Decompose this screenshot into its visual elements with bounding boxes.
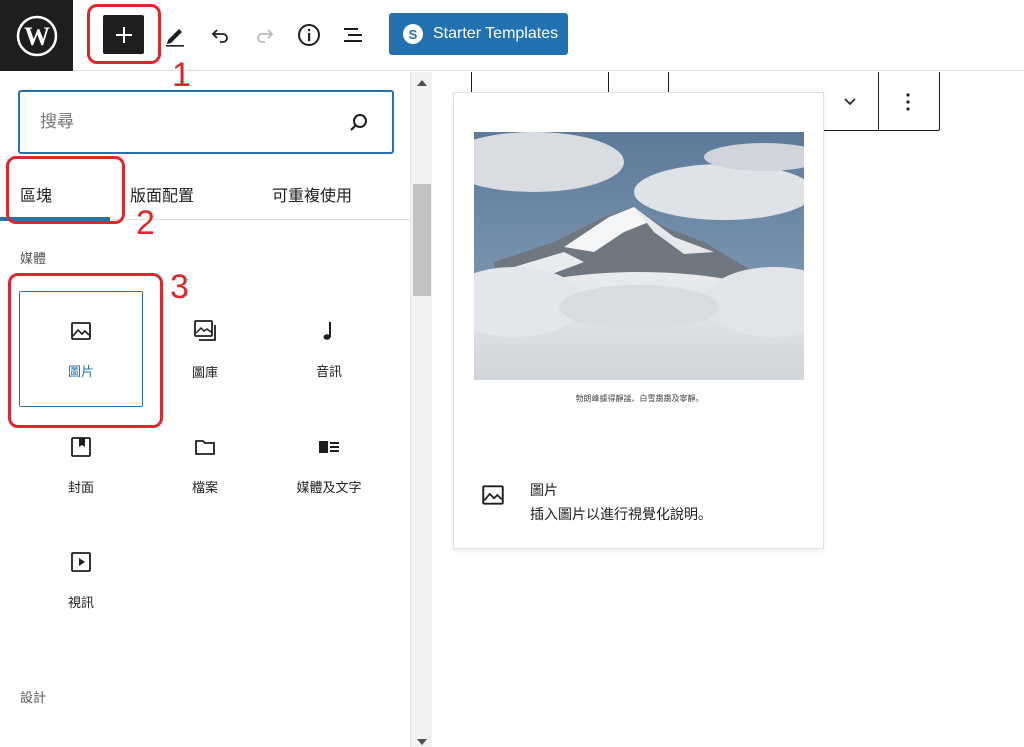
block-item-file[interactable]: 檔案	[143, 407, 267, 523]
block-item-label: 視訊	[67, 595, 94, 611]
chevron-down-icon[interactable]	[843, 97, 857, 107]
starter-templates-label: Starter Templates	[433, 25, 559, 42]
block-item-label: 音訊	[315, 364, 342, 380]
editor-canvas: 勃朗峰據得靜謐、白雪靄靄及寧靜。 圖片 插入圖片以進行視覺化說明。	[433, 72, 1024, 747]
cover-icon	[71, 436, 91, 457]
wordpress-logo-icon[interactable]: W	[0, 0, 73, 71]
image-caption: 勃朗峰據得靜謐、白雪靄靄及寧靜。	[575, 394, 704, 403]
starter-templates-logo-icon: S	[403, 24, 423, 44]
block-item-label: 媒體及文字	[296, 480, 362, 496]
annotation-number-3: 3	[170, 268, 189, 306]
media-text-icon	[319, 440, 339, 453]
scroll-up-arrow-icon[interactable]	[417, 80, 427, 86]
details-button[interactable]	[294, 20, 324, 50]
annotation-number-1: 1	[172, 56, 191, 94]
annotation-box-1	[87, 4, 161, 64]
gallery-icon	[194, 319, 216, 341]
svg-text:W: W	[24, 22, 50, 51]
pencil-icon	[166, 29, 184, 47]
scroll-thumb[interactable]	[413, 184, 431, 296]
search-icon	[350, 114, 367, 131]
starter-templates-button[interactable]: S Starter Templates	[389, 13, 568, 55]
file-icon	[195, 439, 215, 455]
category-media-heading: 媒體	[20, 252, 47, 267]
block-item-video[interactable]: 視訊	[19, 522, 143, 638]
scroll-down-arrow-icon[interactable]	[417, 739, 427, 745]
block-item-label: 檔案	[191, 480, 218, 496]
category-design-heading: 設計	[20, 691, 47, 706]
block-search-input[interactable]	[40, 112, 340, 132]
block-preview-card: 勃朗峰據得靜謐、白雪靄靄及寧靜。 圖片 插入圖片以進行視覺化說明。	[453, 92, 824, 549]
more-options-icon[interactable]	[905, 92, 911, 112]
block-item-label: 圖庫	[191, 365, 218, 381]
block-search[interactable]	[18, 90, 394, 154]
tools-pencil-button[interactable]	[160, 20, 190, 50]
tab-patterns[interactable]: 版面配置	[130, 182, 194, 206]
audio-icon	[323, 321, 331, 340]
image-icon	[482, 485, 504, 505]
video-icon	[71, 551, 91, 572]
annotation-box-2	[6, 156, 125, 224]
annotation-number-2: 2	[136, 204, 155, 242]
preview-block-title: 圖片	[530, 483, 558, 499]
annotation-box-3	[8, 273, 163, 428]
block-item-audio[interactable]: 音訊	[267, 291, 391, 407]
tab-reusable[interactable]: 可重複使用	[272, 182, 352, 206]
panel-scrollbar[interactable]	[410, 72, 432, 747]
redo-icon	[257, 29, 274, 43]
undo-icon	[211, 29, 228, 43]
undo-button[interactable]	[205, 20, 235, 50]
list-view-icon	[344, 28, 362, 42]
preview-block-description: 插入圖片以進行視覺化說明。	[530, 507, 712, 523]
list-view-button[interactable]	[339, 20, 369, 50]
toolbar-divider	[878, 72, 879, 130]
redo-button[interactable]	[250, 20, 280, 50]
block-item-media-text[interactable]: 媒體及文字	[267, 407, 391, 523]
preview-mountain-image	[474, 132, 804, 380]
info-icon	[298, 24, 320, 46]
block-item-label: 封面	[67, 480, 94, 496]
